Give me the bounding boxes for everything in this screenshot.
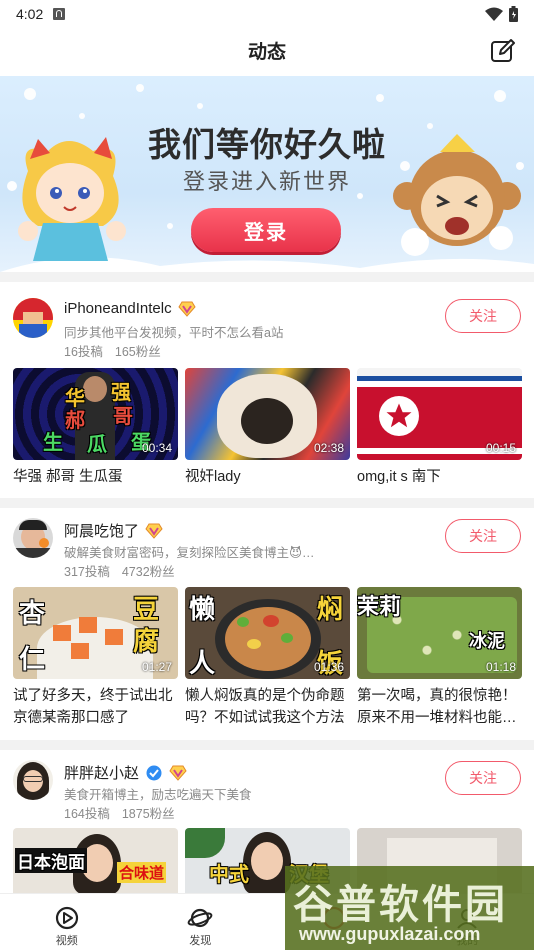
video-card[interactable]: 懒 人 焖 饭 01:36 懒人焖饭真的是个伪命题吗？不如试试我这个方法 [185,587,350,729]
thumb-caption: 日本泡面 [15,848,87,873]
thumb-caption: 哥 [113,406,133,428]
thumb-caption: 冰泥 [469,631,505,651]
watermark-url: www.gupuxlazai.com [299,924,481,944]
site-watermark: 谷普软件园 www.gupuxlazai.com [285,866,534,950]
thumb-caption: 焖 [317,594,344,624]
section-divider [0,498,534,508]
login-banner: 我们等你好久啦 登录进入新世界 登录 [0,76,534,272]
nav-label: 发现 [189,935,212,947]
video-icon [55,906,78,930]
thumb-caption: 生 [43,432,63,454]
video-duration: 00:34 [141,441,172,455]
post-count: 164投稿 [64,807,110,821]
header: 动态 [0,28,534,72]
video-thumbnail[interactable]: 茉莉 冰泥 01:18 [357,587,522,679]
creator-stats: 164投稿 1875粉丝 [64,803,175,822]
video-title[interactable]: 试了好多天，终于试出北京德某斋那口感了 [13,685,178,729]
nav-label: 视频 [55,935,78,947]
video-thumbnail[interactable]: 02:38 [185,368,350,460]
nav-item-video[interactable]: 视频 [0,894,134,950]
page-title: 动态 [247,41,286,63]
video-thumbnail[interactable]: 杏 仁 豆 腐 01:27 [13,587,178,679]
wifi-icon [485,7,503,21]
post-count: 317投稿 [64,565,110,579]
fan-count: 4732粉丝 [121,565,175,579]
thumb-caption: 合味道 [117,862,167,883]
thumb-caption: 人 [189,648,216,678]
video-card[interactable]: 00:15 omg,it s 南下 [357,368,522,488]
thumb-caption: 郝 [65,410,85,432]
follow-button[interactable]: 关注 [445,761,521,795]
status-bar: 4:02 [0,0,534,28]
follow-button[interactable]: 关注 [445,519,521,553]
video-row: 杏 仁 豆 腐 01:27 试了好多天，终于试出北京德某斋那口感了 懒 人 焖 … [13,587,522,729]
section-divider [0,740,534,750]
verified-icon [146,765,162,780]
video-duration: 01:27 [141,660,172,674]
fan-count: 1875粉丝 [121,807,175,821]
status-time: 4:02 [16,6,44,22]
notification-icon [53,8,66,20]
banner-headline: 我们等你好久啦 [148,126,386,163]
avatar[interactable] [13,298,53,338]
section-divider [0,272,534,282]
thumb-caption: 中式 [209,864,249,886]
edit-icon[interactable] [490,38,516,64]
video-title[interactable]: omg,it s 南下 [357,466,522,488]
nav-item-discover[interactable]: 发现 [134,894,268,950]
fan-count: 165粉丝 [114,345,161,359]
video-card[interactable]: 茉莉 冰泥 01:18 第一次喝，真的很惊艳！原来不用一堆材料也能… [357,587,522,729]
thumb-caption: 懒 [189,594,216,624]
creator-desc: 美食开箱博主，励志吃遍天下美食 [64,788,252,802]
video-duration: 01:18 [485,660,516,674]
thumb-caption: 瓜 [87,434,107,456]
video-thumbnail[interactable]: 懒 人 焖 饭 01:36 [185,587,350,679]
login-button[interactable]: 登录 [191,208,341,252]
thumb-caption: 茉莉 [357,594,402,619]
video-thumbnail[interactable]: 00:15 [357,368,522,460]
creator-stats: 317投稿 4732粉丝 [64,561,175,580]
video-duration: 01:36 [313,660,344,674]
thumb-caption: 腐 [133,626,160,656]
follow-button[interactable]: 关注 [445,299,521,333]
video-title[interactable]: 华强 郝哥 生瓜蛋 [13,466,178,488]
video-row: 华 强 郝 哥 生 瓜 蛋 00:34 华强 郝哥 生瓜蛋 02:38 视奸la… [13,368,522,488]
level-badge-icon [145,523,163,539]
video-title[interactable]: 视奸lady [185,466,350,488]
thumb-caption: 杏 [19,598,46,628]
planet-icon [187,908,213,928]
creator-stats: 16投稿 165粉丝 [64,341,161,360]
post-count: 16投稿 [64,345,103,359]
creator-name[interactable]: 胖胖赵小赵 [64,762,139,783]
video-title[interactable]: 第一次喝，真的很惊艳！原来不用一堆材料也能… [357,685,522,729]
video-duration: 02:38 [313,441,344,455]
watermark-text: 谷普软件园 [293,883,508,927]
level-badge-icon [169,765,187,781]
creator-desc: 同步其他平台发视频，平时不怎么看a站 [64,326,284,340]
video-card[interactable]: 华 强 郝 哥 生 瓜 蛋 00:34 华强 郝哥 生瓜蛋 [13,368,178,488]
video-title[interactable]: 懒人焖饭真的是个伪命题吗？不如试试我这个方法 [185,685,350,729]
level-badge-icon [177,301,196,317]
video-card[interactable]: 02:38 视奸lady [185,368,350,488]
thumb-caption: 仁 [19,644,46,674]
avatar[interactable] [13,518,53,558]
battery-icon [509,6,518,22]
star-icon [386,403,412,428]
creator-desc: 破解美食财富密码，复刻探险区美食博主😈… [64,546,315,560]
video-duration: 00:15 [485,441,516,455]
video-thumbnail[interactable]: 华 强 郝 哥 生 瓜 蛋 00:34 [13,368,178,460]
creator-name[interactable]: iPhoneandIntelc [64,300,172,317]
avatar[interactable] [13,760,53,800]
creator-name[interactable]: 阿晨吃饱了 [64,520,139,541]
banner-subline: 登录进入新世界 [182,169,351,194]
video-card[interactable]: 杏 仁 豆 腐 01:27 试了好多天，终于试出北京德某斋那口感了 [13,587,178,729]
